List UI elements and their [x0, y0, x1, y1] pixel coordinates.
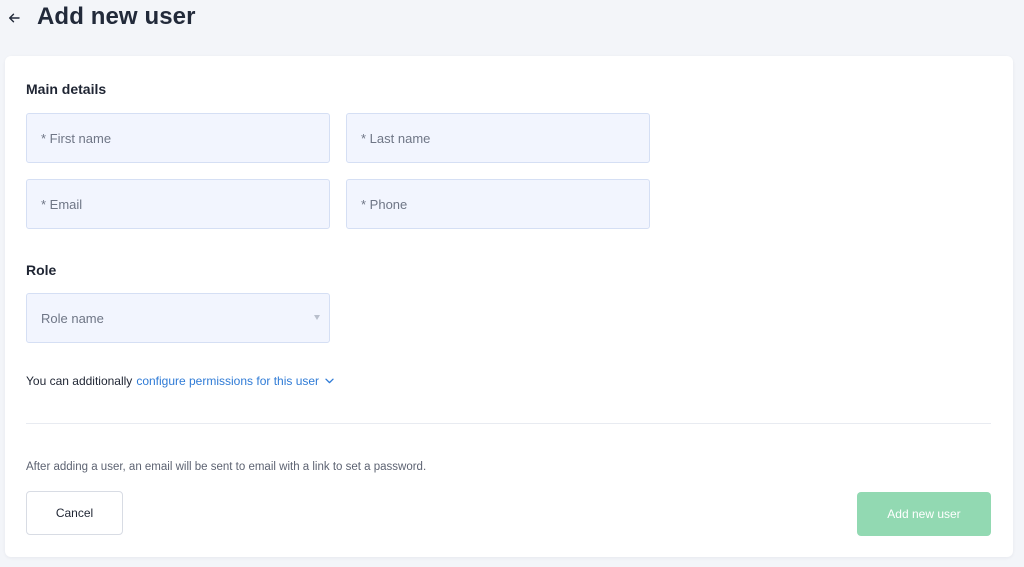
permissions-prefix: You can additionally	[26, 374, 133, 388]
add-new-user-button[interactable]: Add new user	[857, 492, 991, 536]
cancel-button[interactable]: Cancel	[26, 491, 123, 535]
role-select[interactable]: Role name	[26, 293, 330, 343]
main-details-heading: Main details	[26, 81, 107, 97]
configure-permissions-link[interactable]: configure permissions for this user	[136, 374, 319, 388]
caret-down-icon	[314, 315, 320, 320]
permissions-row: You can additionally configure permissio…	[26, 374, 334, 388]
form-divider	[26, 423, 991, 424]
last-name-placeholder: * Last name	[361, 130, 431, 146]
phone-placeholder: * Phone	[361, 196, 408, 212]
add-user-form: Main details * First name * Last name * …	[5, 56, 1013, 557]
page-title: Add new user	[37, 3, 196, 30]
chevron-down-icon[interactable]	[325, 378, 334, 384]
phone-field[interactable]: * Phone	[346, 179, 650, 229]
first-name-field[interactable]: * First name	[26, 113, 330, 163]
last-name-field[interactable]: * Last name	[346, 113, 650, 163]
first-name-placeholder: * First name	[41, 130, 112, 146]
email-field[interactable]: * Email	[26, 179, 330, 229]
role-select-placeholder: Role name	[41, 310, 104, 326]
email-placeholder: * Email	[41, 196, 83, 212]
page-header: Add new user	[0, 0, 1024, 40]
role-heading: Role	[26, 262, 57, 278]
arrow-left-icon[interactable]	[4, 6, 24, 30]
password-email-note: After adding a user, an email will be se…	[26, 461, 427, 473]
